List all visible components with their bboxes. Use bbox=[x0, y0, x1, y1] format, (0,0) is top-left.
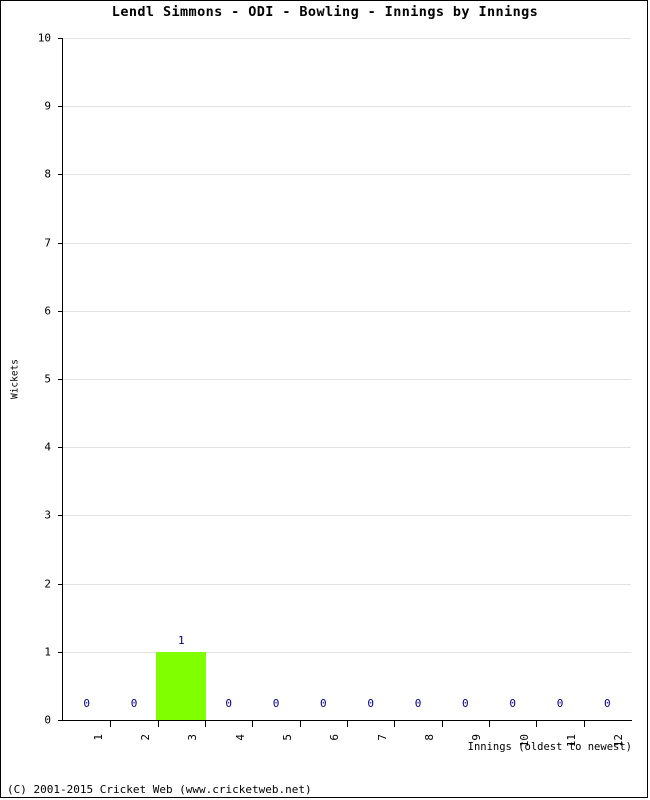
x-axis-tick-label: 5 bbox=[281, 734, 294, 741]
chart-title: Lendl Simmons - ODI - Bowling - Innings … bbox=[111, 4, 539, 20]
x-axis-tick-label: 7 bbox=[375, 734, 389, 741]
bar-value-label: 0 bbox=[414, 697, 422, 710]
x-axis-tick bbox=[583, 721, 585, 727]
y-axis-tick bbox=[58, 310, 63, 312]
x-axis-tick bbox=[394, 721, 396, 727]
y-axis-tick-label: 0 bbox=[44, 713, 51, 727]
bar-value-label: 0 bbox=[225, 697, 232, 710]
gridline bbox=[63, 515, 631, 517]
y-axis-tick-label: 9 bbox=[44, 99, 51, 113]
gridline bbox=[63, 174, 631, 176]
bar-value-label: 0 bbox=[462, 697, 469, 710]
y-axis-tick-label: 7 bbox=[44, 236, 51, 250]
x-axis-tick-label: 2 bbox=[139, 734, 152, 741]
bar-value-label: 0 bbox=[130, 697, 138, 710]
x-axis-tick bbox=[347, 721, 348, 727]
y-axis-tick bbox=[58, 379, 63, 380]
gridline bbox=[63, 38, 631, 39]
y-axis-tick-label: 2 bbox=[44, 577, 51, 591]
bar-value-label: 0 bbox=[556, 697, 564, 710]
x-axis-tick bbox=[489, 721, 490, 727]
y-axis-tick-label: 8 bbox=[44, 167, 51, 181]
x-axis-tick-label: 8 bbox=[423, 734, 436, 741]
gridline bbox=[63, 583, 631, 585]
x-axis-tick-label: 6 bbox=[328, 734, 342, 741]
x-axis-tick-label: 3 bbox=[186, 734, 200, 741]
x-axis-tick bbox=[110, 721, 112, 727]
y-axis-tick bbox=[58, 720, 63, 721]
plot-area: 0 1 2 3 4 5 6 7 8 9 10 0 1 0 2 1 3 0 4 0 5 0 6 0 7 0 8 0 9 0 10 0 11 0 12 bbox=[38, 32, 631, 747]
y-axis-tick bbox=[58, 174, 63, 176]
x-axis-tick bbox=[157, 721, 159, 727]
bar-value-label: 1 bbox=[178, 633, 185, 647]
y-axis-tick bbox=[58, 651, 63, 653]
x-axis-tick bbox=[536, 721, 538, 727]
gridline bbox=[63, 310, 631, 312]
y-axis-tick-label: 5 bbox=[44, 372, 51, 386]
x-axis-tick bbox=[299, 721, 301, 727]
y-axis-tick-label: 1 bbox=[44, 645, 51, 659]
y-axis-tick-label: 6 bbox=[44, 304, 51, 318]
x-axis-tick bbox=[252, 721, 254, 727]
y-axis-tick bbox=[58, 515, 63, 517]
x-axis-tick-label: 9 bbox=[470, 734, 484, 741]
x-axis-title: Innings (oldest to newest) bbox=[467, 741, 632, 753]
gridline bbox=[63, 242, 631, 244]
gridline bbox=[63, 106, 631, 108]
gridline bbox=[63, 651, 631, 653]
gridline bbox=[63, 447, 631, 449]
y-axis-tick bbox=[58, 38, 63, 39]
y-axis-tick-label: 10 bbox=[37, 31, 51, 45]
x-axis-tick bbox=[205, 721, 206, 727]
bar-value-label: 0 bbox=[367, 697, 374, 710]
bar bbox=[156, 651, 207, 720]
gridline bbox=[63, 379, 631, 380]
x-axis-tick bbox=[441, 721, 443, 727]
chart-container: Lendl Simmons - ODI - Bowling - Innings … bbox=[0, 0, 648, 798]
y-axis-tick bbox=[58, 447, 63, 449]
bar-value-label: 0 bbox=[83, 697, 90, 710]
bar-value-label: 0 bbox=[272, 697, 280, 710]
y-axis-tick bbox=[58, 583, 63, 585]
y-axis-tick-label: 3 bbox=[44, 508, 51, 522]
y-axis-tick bbox=[58, 242, 63, 244]
bar-value-label: 0 bbox=[509, 697, 516, 710]
bar-value-label: 0 bbox=[604, 697, 611, 710]
copyright-footer: (C) 2001-2015 Cricket Web (www.cricketwe… bbox=[7, 783, 312, 796]
bar-value-label: 0 bbox=[320, 697, 327, 710]
y-axis-title: Wickets bbox=[9, 358, 21, 400]
x-axis-tick-label: 4 bbox=[233, 734, 247, 741]
y-axis-tick bbox=[58, 106, 63, 108]
y-axis-tick-label: 4 bbox=[44, 440, 51, 454]
x-axis-tick-label: 1 bbox=[91, 734, 105, 741]
